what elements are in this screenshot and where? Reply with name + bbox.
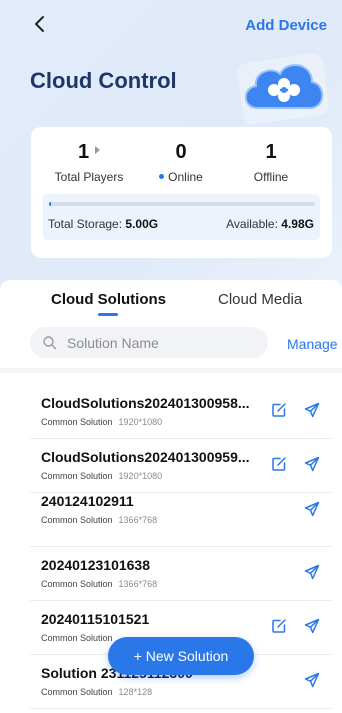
- solution-type: Common Solution: [41, 417, 113, 427]
- solution-name: CloudSolutions202401300958...: [41, 395, 250, 411]
- solution-resolution: 128*128: [118, 687, 153, 697]
- solution-name: 240124102911: [41, 493, 134, 509]
- send-icon[interactable]: [304, 456, 320, 472]
- edit-icon[interactable]: [271, 618, 287, 634]
- send-icon[interactable]: [304, 618, 320, 634]
- solution-meta: Common Solution 1366*768: [41, 515, 157, 525]
- solution-type: Common Solution: [41, 515, 113, 525]
- section-divider: [0, 368, 342, 373]
- solution-meta: Common Solution 1366*768: [41, 579, 157, 589]
- search-icon: [43, 336, 57, 350]
- offline-count: 1: [265, 141, 277, 163]
- solution-name: 20240115101521: [41, 611, 150, 627]
- offline-stat: 1 Offline: [221, 141, 321, 184]
- total-storage: Total Storage: 5.00G: [48, 217, 158, 231]
- solution-meta: Common Solution: [41, 633, 119, 643]
- send-icon[interactable]: [304, 402, 320, 418]
- tab-cloud-media[interactable]: Cloud Media: [218, 291, 302, 308]
- total-players-count: 1: [77, 141, 90, 163]
- solution-type: Common Solution: [41, 633, 113, 643]
- solution-type: Common Solution: [41, 687, 113, 697]
- top-bar: Add Device: [0, 0, 342, 48]
- new-solution-button[interactable]: + New Solution: [108, 637, 254, 675]
- solution-meta: Common Solution 1920*1080: [41, 417, 162, 427]
- search-input[interactable]: [67, 327, 257, 358]
- manage-button[interactable]: Manage: [287, 336, 338, 352]
- solution-meta: Common Solution 1920*1080: [41, 471, 162, 481]
- available-storage-label: Available:: [226, 217, 278, 231]
- storage-progress-fill: [49, 202, 52, 206]
- send-icon[interactable]: [304, 564, 320, 580]
- online-label: Online: [168, 170, 203, 184]
- cloud-logo-icon: [237, 53, 329, 125]
- stats-card: 1 Total Players 0 Online 1 Offline Total…: [31, 127, 332, 258]
- active-tab-indicator: [98, 313, 118, 316]
- search-box[interactable]: [30, 327, 268, 358]
- edit-icon[interactable]: [271, 456, 287, 472]
- solution-meta: Common Solution 128*128: [41, 687, 152, 697]
- solution-resolution: 1920*1080: [118, 417, 163, 427]
- add-device-button[interactable]: Add Device: [245, 17, 327, 34]
- solution-row[interactable]: 20240123101638 Common Solution 1366*768: [30, 547, 332, 601]
- total-players-stat[interactable]: 1 Total Players: [39, 141, 139, 184]
- solution-type: Common Solution: [41, 471, 113, 481]
- tab-cloud-solutions[interactable]: Cloud Solutions: [51, 291, 166, 308]
- solution-resolution: 1366*768: [118, 515, 158, 525]
- solution-type: Common Solution: [41, 579, 113, 589]
- total-storage-value: 5.00G: [125, 217, 159, 231]
- solution-name: 20240123101638: [41, 557, 151, 573]
- solution-row[interactable]: 240124102911 Common Solution 1366*768: [30, 493, 332, 547]
- page-title: Cloud Control: [30, 68, 177, 93]
- solution-name: CloudSolutions202401300959...: [41, 449, 250, 465]
- solution-row[interactable]: CloudSolutions202401300958... Common Solu…: [30, 385, 332, 439]
- send-icon[interactable]: [304, 501, 320, 517]
- solution-row[interactable]: CloudSolutions202401300959... Common Solu…: [30, 439, 332, 493]
- total-players-label: Total Players: [54, 170, 124, 184]
- available-storage: Available: 4.98G: [226, 217, 314, 231]
- solution-resolution: 1366*768: [118, 579, 158, 589]
- online-count: 0: [175, 141, 187, 163]
- storage-progress-bar: [49, 202, 315, 206]
- back-arrow-icon[interactable]: [30, 14, 50, 34]
- send-icon[interactable]: [304, 672, 320, 688]
- caret-right-icon: [95, 146, 101, 154]
- solution-resolution: 1920*1080: [118, 471, 163, 481]
- total-storage-label: Total Storage:: [48, 217, 123, 231]
- storage-box: Total Storage: 5.00G Available: 4.98G: [43, 194, 320, 240]
- online-stat: 0 Online: [131, 141, 231, 184]
- online-dot-icon: [159, 174, 165, 179]
- offline-label: Offline: [253, 170, 289, 184]
- edit-icon[interactable]: [271, 402, 287, 418]
- available-storage-value: 4.98G: [281, 217, 314, 231]
